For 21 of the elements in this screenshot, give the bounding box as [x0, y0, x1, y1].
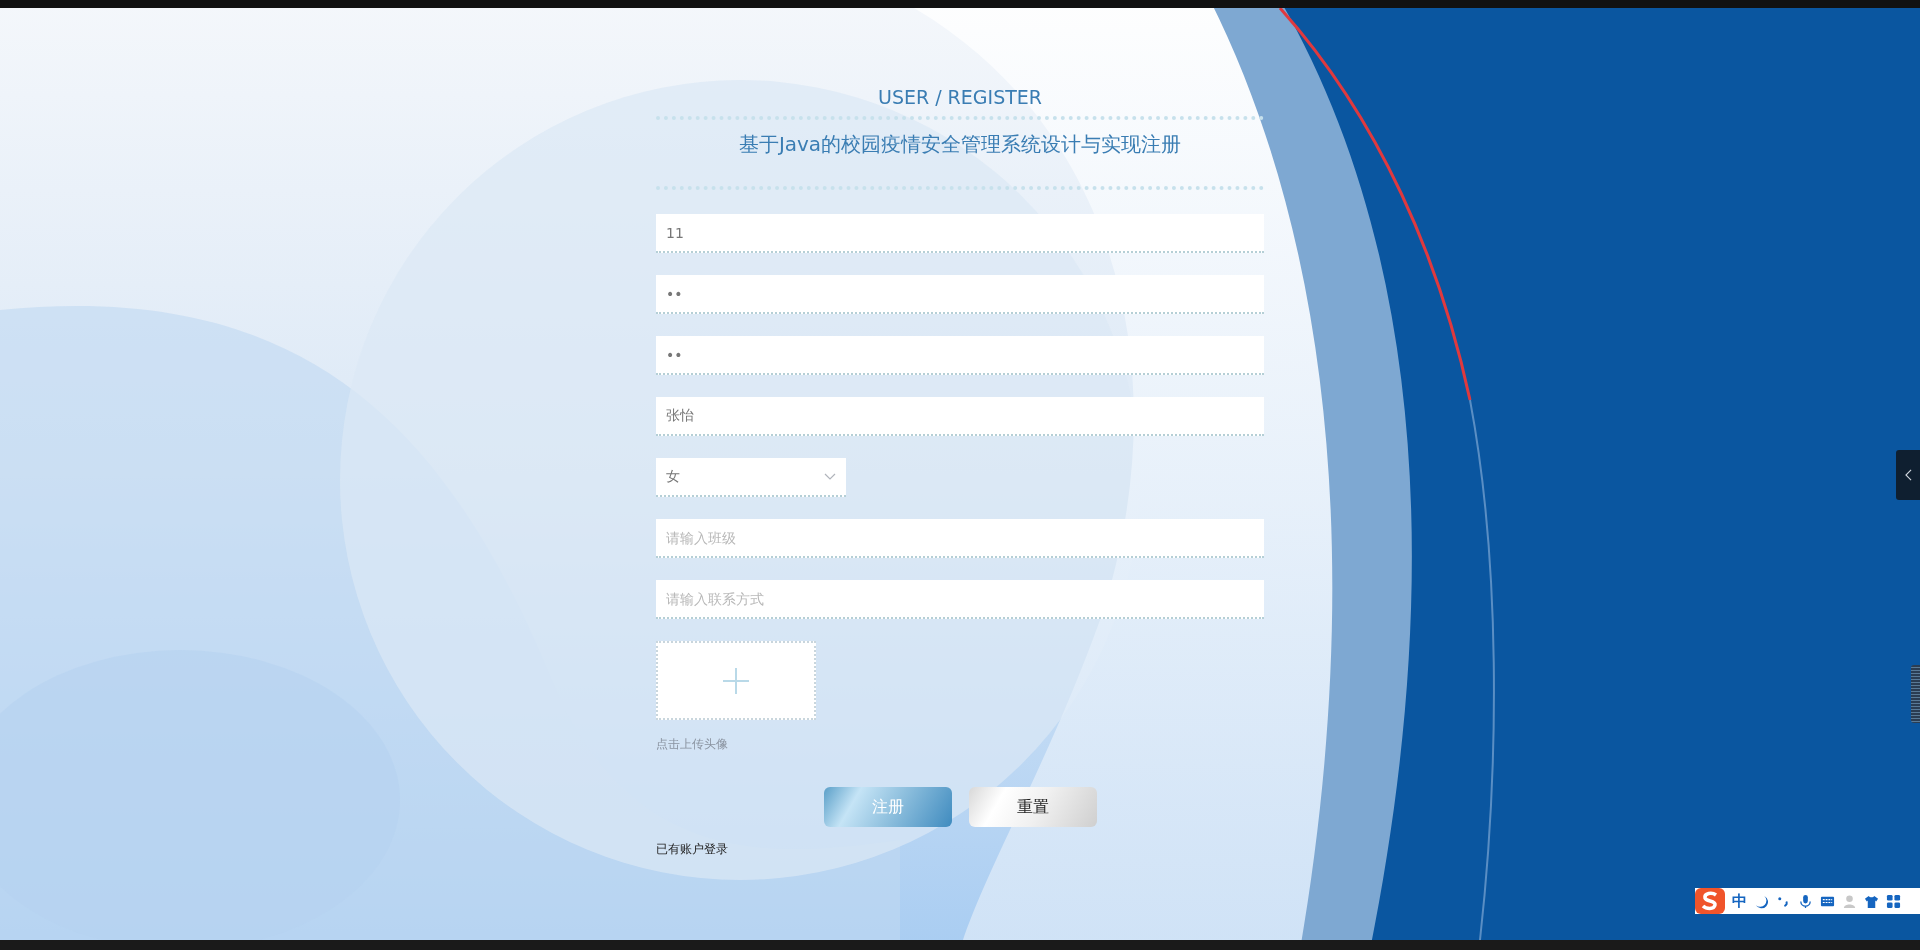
chevron-left-icon: [1904, 469, 1912, 481]
ime-logo-icon[interactable]: [1695, 888, 1725, 914]
gender-select[interactable]: 女: [656, 458, 846, 497]
chevron-down-icon: [824, 472, 836, 481]
input-field[interactable]: 11: [656, 214, 1264, 253]
microphone-icon[interactable]: [1798, 893, 1813, 909]
volume-meter-icon: [1911, 665, 1920, 723]
shirt-icon[interactable]: [1864, 893, 1879, 909]
reset-button[interactable]: 重置: [968, 787, 1097, 827]
upload-hint: 点击上传头像: [656, 736, 728, 753]
page-title: USER / REGISTER: [877, 85, 1043, 110]
ime-mode[interactable]: 中: [1732, 891, 1747, 911]
login-link[interactable]: 已有账户登录: [656, 841, 728, 858]
system-title: 基于Java的校园疫情安全管理系统设计与实现注册: [738, 131, 1182, 158]
input-field[interactable]: 请输入班级: [656, 519, 1264, 558]
plus-icon: [723, 667, 749, 694]
input-field[interactable]: ••: [656, 336, 1264, 375]
input-field[interactable]: 张怡: [656, 397, 1264, 436]
grid-icon[interactable]: [1886, 893, 1901, 909]
input-field[interactable]: ••: [656, 275, 1264, 314]
input-field[interactable]: 请输入联系方式: [656, 580, 1264, 619]
